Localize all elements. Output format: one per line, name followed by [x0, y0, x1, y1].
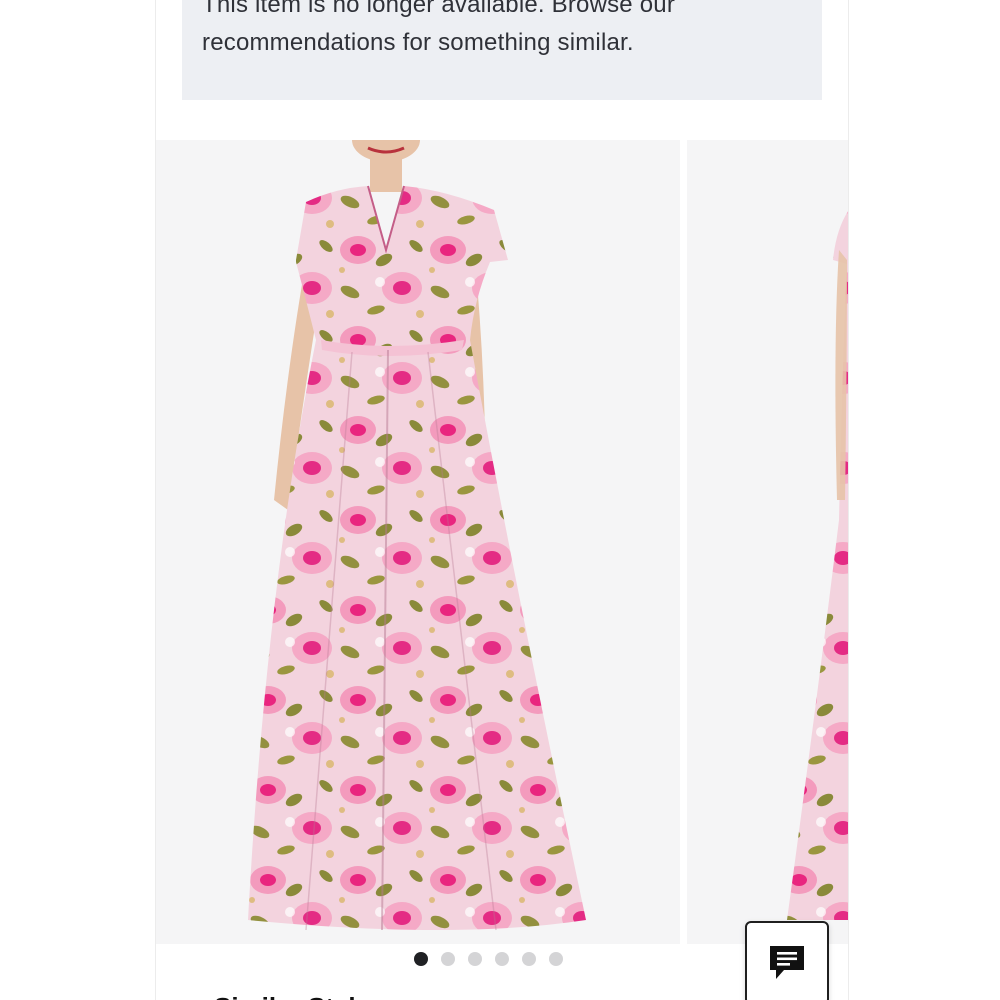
- page: This item is no longer available. Browse…: [0, 0, 1000, 1000]
- similar-styles-heading: Similar Styles: [214, 992, 385, 1000]
- floral-gown-image: [248, 140, 586, 931]
- carousel-dot-1[interactable]: [414, 952, 428, 966]
- carousel-dot-6[interactable]: [549, 952, 563, 966]
- unavailable-notice: This item is no longer available. Browse…: [182, 0, 822, 100]
- carousel-dot-4[interactable]: [495, 952, 509, 966]
- chat-button[interactable]: [745, 921, 829, 1000]
- notice-line-2: recommendations for something similar.: [202, 29, 634, 56]
- product-image-slide-2[interactable]: [687, 140, 848, 944]
- carousel-dot-5[interactable]: [522, 952, 536, 966]
- product-panel: This item is no longer available. Browse…: [155, 0, 849, 1000]
- carousel-dot-3[interactable]: [468, 952, 482, 966]
- chat-icon: [770, 946, 804, 979]
- notice-line-1: This item is no longer available. Browse…: [202, 0, 676, 18]
- carousel-pagination: [414, 952, 563, 966]
- carousel-dot-2[interactable]: [441, 952, 455, 966]
- floral-gown-side-image: [787, 211, 848, 920]
- product-image-slide-1[interactable]: [156, 140, 680, 944]
- product-image-carousel[interactable]: [156, 140, 848, 944]
